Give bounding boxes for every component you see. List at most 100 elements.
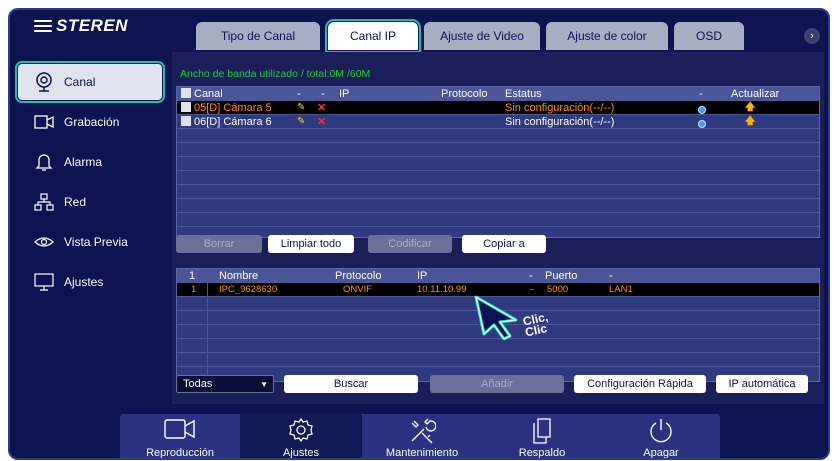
delete-icon[interactable]: ✕ <box>317 101 326 115</box>
header-actualizar: Actualizar <box>731 88 780 100</box>
header-dash-3: - <box>699 88 703 100</box>
brand-mark-icon <box>34 19 52 33</box>
table-row <box>177 143 819 157</box>
quick-config-button[interactable]: Configuración Rápida <box>574 375 706 393</box>
tools-icon <box>408 417 437 448</box>
copy-icon <box>530 417 554 448</box>
table-row[interactable]: 06[D] Cámara 6 ✎ ✕ Sin configuración(--/… <box>177 115 819 129</box>
add-button[interactable]: Añadir <box>430 375 564 393</box>
row-name: IPC_9628630 <box>219 284 278 295</box>
webcam-icon <box>34 72 54 92</box>
table-row <box>177 213 819 227</box>
row-checkbox[interactable] <box>181 102 191 112</box>
edit-icon[interactable]: ✎ <box>297 115 305 129</box>
nav-label: Respaldo <box>518 447 566 459</box>
tab-ajuste-de-video[interactable]: Ajuste de Video <box>424 22 540 50</box>
table-row[interactable]: 05[D] Cámara 5 ✎ ✕ Sin configuración(--/… <box>177 101 819 115</box>
header-dash-1: - <box>297 88 301 100</box>
header-protocolo: Protocolo <box>441 88 488 100</box>
nav-respaldo[interactable]: Respaldo <box>482 414 602 459</box>
select-all-checkbox[interactable] <box>181 88 191 98</box>
table-row <box>177 157 819 171</box>
sidebar-item-label: Grabación <box>64 115 120 129</box>
tab-osd[interactable]: OSD <box>674 22 744 50</box>
network-icon <box>34 192 54 212</box>
table-row <box>177 129 819 143</box>
modify-button[interactable]: Codificar <box>368 235 452 253</box>
table-row <box>177 199 819 213</box>
refresh-dot-icon[interactable] <box>698 104 706 114</box>
nav-reproduccion[interactable]: Reproducción <box>120 414 240 459</box>
refresh-dot-icon[interactable] <box>698 118 706 128</box>
nav-label: Ajustes <box>282 447 320 459</box>
delete-button[interactable]: Borrar <box>176 235 262 253</box>
nav-label: Mantenimiento <box>385 447 459 459</box>
sidebar-item-label: Red <box>64 195 87 209</box>
nav-ajustes[interactable]: Ajustes <box>240 414 362 459</box>
delete-icon[interactable]: ✕ <box>317 115 326 129</box>
device-table-header: 1 Nombre Protocolo IP - Puerto - <box>177 269 819 283</box>
eye-icon <box>34 232 54 252</box>
sidebar-item-vista-previa[interactable]: Vista Previa <box>18 224 162 260</box>
search-button[interactable]: Buscar <box>284 375 418 393</box>
click-annotation: Clic, Clic <box>521 309 550 340</box>
bottom-nav: Reproducción Ajustes Mantenimiento Respa… <box>120 414 720 459</box>
brand-logo: STEREN <box>34 16 128 36</box>
nav-label: Apagar <box>643 447 679 459</box>
tab-canal-ip[interactable]: Canal IP <box>325 19 421 53</box>
header-nombre: Nombre <box>219 270 259 282</box>
upgrade-arrow-icon[interactable]: 🡅 <box>745 101 755 115</box>
header-canal: Canal <box>181 87 223 101</box>
header-dash-2: - <box>321 88 325 100</box>
table-row <box>177 353 819 367</box>
header-dash-2: - <box>609 270 613 282</box>
copy-to-button[interactable]: Copiar a <box>462 235 546 253</box>
bandwidth-usage: Ancho de banda utilizado / total:0M /60M <box>180 68 371 80</box>
header-ip: IP <box>339 88 350 100</box>
filter-select[interactable]: Todas ▼ <box>176 375 274 393</box>
row-dash: – <box>529 284 535 295</box>
sidebar-item-ajustes[interactable]: Ajustes <box>18 264 162 300</box>
nav-mantenimiento[interactable]: Mantenimiento <box>362 414 482 459</box>
video-camera-icon <box>163 417 197 444</box>
upgrade-arrow-icon[interactable]: 🡅 <box>745 115 755 129</box>
sidebar-item-red[interactable]: Red <box>18 184 162 220</box>
header-puerto: Puerto <box>545 270 578 282</box>
row-channel: 05[D] Cámara 5 <box>181 101 272 115</box>
nav-apagar[interactable]: Apagar <box>602 414 720 459</box>
edit-icon[interactable]: ✎ <box>297 101 305 115</box>
sidebar-item-canal[interactable]: Canal <box>15 61 165 103</box>
sidebar-item-grabacion[interactable]: Grabación <box>18 104 162 140</box>
bell-icon <box>34 152 54 172</box>
video-camera-icon <box>34 112 54 132</box>
channel-table-header: Canal - - IP Protocolo Estatus - Actuali… <box>177 87 819 101</box>
brand-name: STEREN <box>56 16 128 35</box>
nav-label: Reproducción <box>146 447 214 459</box>
header-protocolo: Protocolo <box>335 270 382 282</box>
row-interface: LAN1 <box>609 284 633 295</box>
tab-ajuste-de-color[interactable]: Ajuste de color <box>546 22 668 50</box>
sidebar-item-label: Canal <box>64 75 96 89</box>
row-port: 5000 <box>547 284 569 295</box>
auto-ip-button[interactable]: IP automática <box>716 375 808 393</box>
column-divider <box>207 283 208 381</box>
row-num: 1 <box>191 284 197 295</box>
header-dash: - <box>529 270 533 282</box>
table-row <box>177 185 819 199</box>
sidebar-item-label: Ajustes <box>64 275 104 289</box>
power-icon <box>647 417 675 448</box>
gear-icon <box>288 417 314 446</box>
row-status: Sin configuración(--/--) <box>505 102 615 114</box>
row-ip: 10.11.10.99 <box>417 284 467 295</box>
settings-tabs: Tipo de Canal Canal IP Ajuste de Video A… <box>196 19 826 53</box>
sidebar-item-label: Vista Previa <box>64 235 128 249</box>
sidebar-item-alarma[interactable]: Alarma <box>18 144 162 180</box>
channel-table: Canal - - IP Protocolo Estatus - Actuali… <box>176 86 820 238</box>
table-row <box>177 171 819 185</box>
row-checkbox[interactable] <box>181 116 191 126</box>
sidebar-item-label: Alarma <box>64 155 103 169</box>
tabs-next-icon[interactable]: › <box>804 28 820 44</box>
tab-tipo-de-canal[interactable]: Tipo de Canal <box>196 22 320 50</box>
row-channel: 06[D] Cámara 6 <box>181 115 272 129</box>
clear-all-button[interactable]: Limpiar todo <box>268 235 354 253</box>
